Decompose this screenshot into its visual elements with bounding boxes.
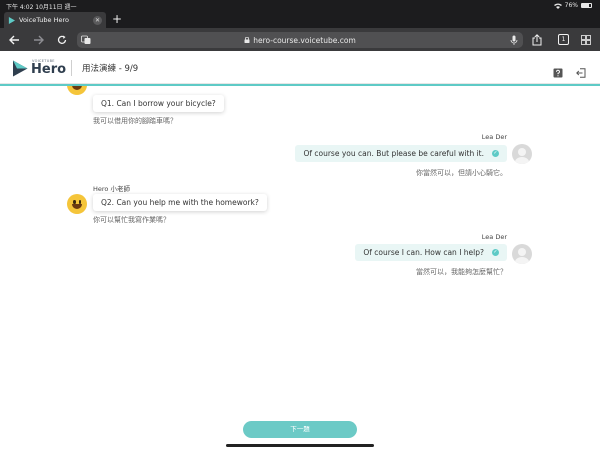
status-right: 76% (553, 2, 592, 9)
arrow-left-icon (8, 35, 19, 45)
avatar-body (515, 157, 529, 164)
user-avatar (512, 244, 532, 264)
avatar-mouth (72, 204, 82, 209)
logo-play-icon (13, 60, 28, 77)
battery-fill (582, 4, 589, 7)
help-button[interactable] (553, 63, 563, 78)
brand-name: Hero (31, 62, 67, 77)
browser-toolbar: hero-course.voicetube.com 1 (0, 28, 600, 51)
browser-tab[interactable]: VoiceTube Hero ✕ (4, 12, 106, 28)
microphone-icon[interactable] (510, 35, 518, 45)
answer-bubble-2[interactable]: Of course I can. How can I help? ✓ (355, 244, 507, 261)
answer-translation-1: 你當然可以，但請小心騎它。 (416, 169, 507, 177)
avatar-head (518, 148, 526, 156)
hero-teacher-avatar (67, 86, 87, 95)
exit-button[interactable] (576, 63, 586, 78)
home-indicator[interactable] (226, 444, 374, 447)
next-question-button[interactable]: 下一題 (243, 421, 357, 438)
url-text: hero-course.voicetube.com (253, 35, 356, 45)
question-bubble-2[interactable]: Q2. Can you help me with the homework? (93, 194, 267, 211)
battery-icon (581, 3, 592, 8)
tab-grid-icon (581, 35, 591, 45)
wifi-icon (553, 3, 562, 9)
help-icon (553, 68, 563, 78)
avatar-eye-left (73, 200, 76, 204)
voicetube-hero-logo[interactable]: VOICETUBE Hero (12, 58, 66, 78)
question-translation-2: 你可以幫忙我寫作業嗎？ (93, 216, 170, 224)
speaker-name-3: Lea Der (481, 233, 507, 241)
speaker-name-1: Lea Der (481, 133, 507, 141)
answer-text-1: Of course you can. But please be careful… (303, 149, 484, 158)
battery-percent: 76% (564, 2, 578, 9)
address-bar[interactable]: hero-course.voicetube.com (77, 32, 523, 48)
new-tab-button[interactable]: + (112, 13, 122, 26)
back-button[interactable] (6, 32, 22, 48)
tab-strip: VoiceTube Hero ✕ + (0, 11, 600, 28)
check-icon: ✓ (492, 249, 499, 256)
lock-icon (244, 37, 250, 43)
avatar-body (515, 257, 529, 264)
tab-title: VoiceTube Hero (19, 16, 69, 24)
reload-icon (57, 35, 67, 44)
hero-teacher-avatar (67, 194, 87, 214)
page-title: 用法演練 - 9/9 (82, 64, 139, 74)
speaker-name-2: Hero 小老師 (93, 185, 130, 193)
answer-bubble-1[interactable]: Of course you can. But please be careful… (295, 145, 507, 162)
exit-icon (576, 68, 586, 78)
user-avatar (512, 144, 532, 164)
app-header: VOICETUBE Hero 用法演練 - 9/9 (0, 51, 600, 84)
status-time: 下午 4:02 10月11日 週一 (6, 4, 77, 11)
question-bubble-1[interactable]: Q1. Can I borrow your bicycle? (93, 95, 224, 112)
voicetube-tab-icon (8, 16, 15, 24)
chat-area: Q1. Can I borrow your bicycle? 我可以借用你的腳踏… (0, 86, 600, 450)
share-icon (532, 34, 542, 46)
answer-text-2: Of course I can. How can I help? (363, 248, 484, 257)
reload-button[interactable] (54, 32, 70, 48)
status-bar: 下午 4:02 10月11日 週一 76% (0, 0, 600, 11)
avatar-mouth (72, 86, 82, 90)
tab-grid-button[interactable] (578, 32, 594, 48)
check-icon: ✓ (492, 150, 499, 157)
tab-overview-button[interactable]: 1 (558, 34, 569, 45)
share-button[interactable] (529, 32, 545, 48)
answer-translation-2: 當然可以，我能夠怎麼幫忙？ (416, 268, 507, 276)
forward-button[interactable] (30, 32, 46, 48)
avatar-head (518, 248, 526, 256)
translate-icon[interactable] (81, 35, 91, 45)
header-divider (71, 60, 72, 76)
avatar-eye-right (78, 200, 81, 204)
arrow-right-icon (33, 35, 44, 45)
close-tab-icon[interactable]: ✕ (93, 15, 102, 25)
question-translation-1: 我可以借用你的腳踏車嗎？ (93, 117, 177, 125)
